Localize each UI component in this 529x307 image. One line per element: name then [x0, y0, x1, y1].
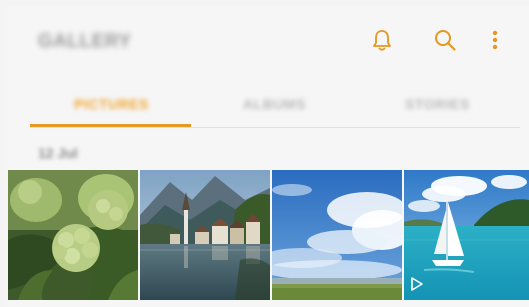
more-vert-icon[interactable]	[481, 26, 509, 54]
active-tab-indicator	[30, 124, 191, 127]
tab-albums[interactable]: ALBUMS	[193, 82, 356, 126]
photo-grid	[8, 170, 529, 300]
photo-thumbnail-village[interactable]	[140, 170, 270, 300]
gallery-app: GALLERY PICTURES ALBUMS STORIES 12 Jul	[6, 6, 529, 307]
photo-thumbnail-sky[interactable]	[272, 170, 402, 300]
tab-bar: PICTURES ALBUMS STORIES	[30, 82, 520, 128]
video-thumbnail-sailboat[interactable]	[404, 170, 529, 300]
play-icon	[410, 276, 424, 292]
search-icon[interactable]	[431, 26, 459, 54]
tab-pictures[interactable]: PICTURES	[30, 82, 193, 126]
app-header: GALLERY	[6, 6, 529, 72]
tab-divider	[30, 127, 520, 128]
date-section-label: 12 Jul	[38, 145, 78, 161]
app-title: GALLERY	[38, 31, 132, 52]
bell-icon[interactable]	[368, 26, 396, 54]
photo-thumbnail-flowers[interactable]	[8, 170, 138, 300]
tab-stories[interactable]: STORIES	[356, 82, 519, 126]
